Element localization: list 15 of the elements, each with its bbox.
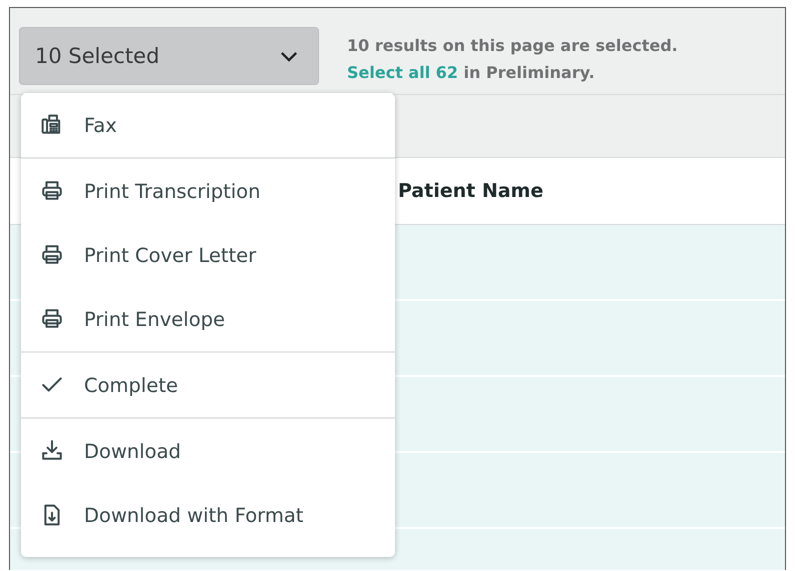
menu-item[interactable]: Print Envelope <box>21 287 395 351</box>
printer-icon <box>41 244 63 266</box>
menu-item[interactable]: Complete <box>21 353 395 417</box>
chevron-down-icon <box>280 50 298 62</box>
printer-icon <box>41 308 63 330</box>
menu-item[interactable]: Print Cover Letter <box>21 223 395 287</box>
column-header[interactable]: Patient Name <box>398 180 544 202</box>
selection-dropdown[interactable]: 10 Selected <box>19 27 319 85</box>
menu-item[interactable]: Print Transcription <box>21 159 395 223</box>
fax-icon <box>41 114 63 136</box>
selection-message: 10 results on this page are selected. Select all 62 in Preliminary. <box>347 35 678 84</box>
menu-item[interactable]: Download with Format <box>21 483 395 547</box>
printer-icon <box>41 180 63 202</box>
menu-item[interactable]: Download <box>21 419 395 483</box>
download-icon <box>41 440 63 462</box>
